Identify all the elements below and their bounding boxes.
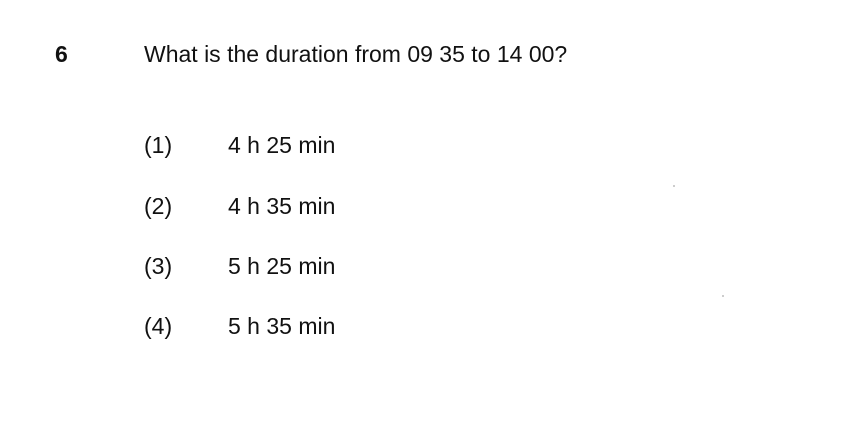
option-text: 4 h 25 min: [228, 132, 336, 158]
option-label: (3): [144, 253, 173, 279]
scan-speck: [722, 295, 724, 297]
option-text: 4 h 35 min: [228, 193, 336, 219]
option-label: (2): [144, 193, 173, 219]
question-number: 6: [55, 41, 68, 67]
option-text: 5 h 35 min: [228, 313, 336, 339]
question-text: What is the duration from 09 35 to 14 00…: [144, 41, 568, 67]
option-text: 5 h 25 min: [228, 253, 336, 279]
option-label: (1): [144, 132, 173, 158]
scan-speck: [673, 185, 675, 187]
option-label: (4): [144, 313, 173, 339]
